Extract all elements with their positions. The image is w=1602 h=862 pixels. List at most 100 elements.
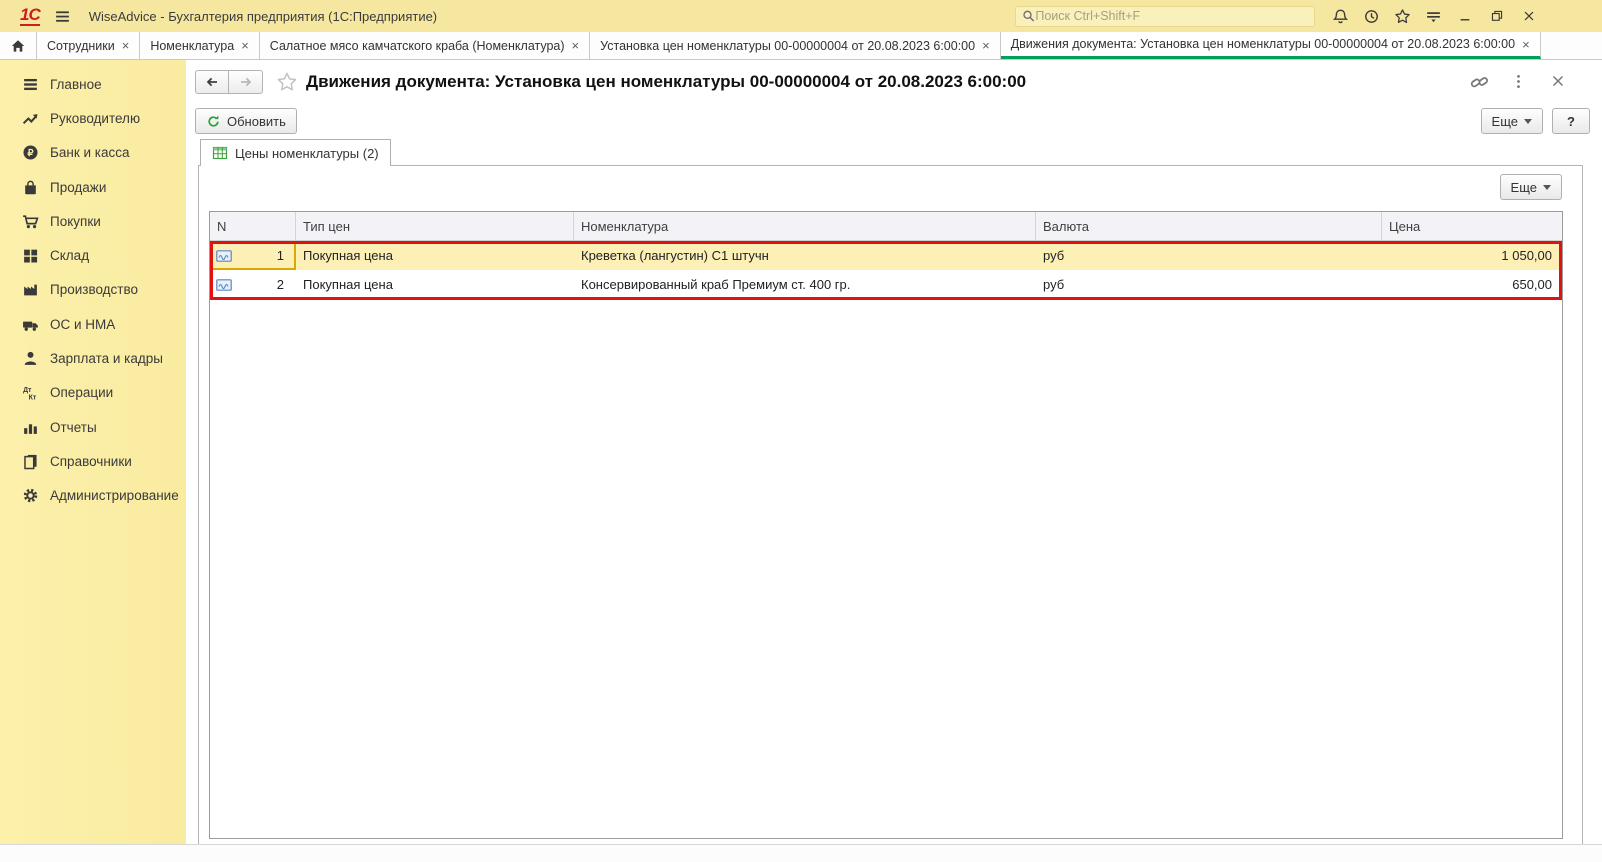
- shopping-cart-icon: [22, 213, 39, 230]
- kebab-menu-icon[interactable]: [1510, 73, 1528, 91]
- help-button[interactable]: ?: [1552, 108, 1590, 134]
- currency-cell[interactable]: руб: [1036, 241, 1382, 270]
- factory-icon: [22, 281, 39, 298]
- tab-salat-myaso[interactable]: Салатное мясо камчатского краба (Номенкл…: [260, 32, 591, 59]
- tab-ustanovka-cen[interactable]: Установка цен номенклатуры 00-00000004 о…: [590, 32, 1001, 59]
- search-icon: [1023, 10, 1035, 22]
- minimize-icon[interactable]: [1452, 5, 1478, 27]
- form-tab-label: Цены номенклатуры (2): [235, 145, 379, 161]
- price-type-cell[interactable]: Покупная цена: [296, 241, 574, 270]
- row-number-cell[interactable]: 2: [210, 270, 296, 299]
- tab-label: Движения документа: Установка цен номенк…: [1010, 37, 1516, 51]
- close-document-icon[interactable]: [1550, 73, 1568, 91]
- table-row[interactable]: 1 Покупная цена Креветка (лангустин) С1 …: [210, 241, 1562, 270]
- row-number: 2: [276, 277, 284, 292]
- home-icon: [11, 39, 25, 52]
- service-settings-icon[interactable]: [1424, 7, 1442, 25]
- document-toolbar: Обновить Еще ?: [186, 104, 1602, 138]
- tab-close-icon[interactable]: ×: [241, 38, 249, 53]
- sidebar-item-label: ОС и НМА: [50, 316, 116, 332]
- column-header-price-type[interactable]: Тип цен: [296, 212, 574, 240]
- arrow-left-icon: [206, 77, 217, 87]
- more-button[interactable]: Еще: [1480, 108, 1543, 134]
- sidebar-item-label: Продажи: [50, 179, 107, 195]
- close-window-icon[interactable]: [1516, 5, 1542, 27]
- history-icon[interactable]: [1362, 7, 1380, 25]
- sidebar: Главное Руководителю ₽ Банк и касса Прод…: [0, 60, 186, 844]
- tab-close-icon[interactable]: ×: [572, 38, 580, 53]
- page-title: Движения документа: Установка цен номенк…: [306, 72, 1027, 91]
- price-cell[interactable]: 1 050,00: [1382, 241, 1562, 270]
- trend-up-icon: [22, 110, 39, 127]
- sidebar-item-spravochniki[interactable]: Справочники: [0, 444, 186, 478]
- help-label: ?: [1567, 113, 1575, 129]
- arrow-right-icon: [240, 77, 251, 87]
- sidebar-item-label: Банк и касса: [50, 145, 130, 161]
- chevron-down-icon: [1524, 118, 1532, 124]
- sidebar-item-label: Руководителю: [50, 110, 141, 126]
- chevron-down-icon: [1543, 184, 1551, 190]
- sidebar-item-label: Операции: [50, 385, 114, 401]
- sidebar-item-glavnoe[interactable]: Главное: [0, 67, 186, 101]
- column-header-currency[interactable]: Валюта: [1036, 212, 1382, 240]
- tab-nomenklatura[interactable]: Номенклатура ×: [140, 32, 260, 59]
- link-icon[interactable]: [1470, 73, 1488, 91]
- back-button[interactable]: [195, 70, 229, 94]
- dt-kt-icon: Дт Кт: [22, 384, 39, 401]
- price-cell[interactable]: 650,00: [1382, 270, 1562, 299]
- row-number-cell[interactable]: 1: [210, 241, 296, 270]
- sidebar-item-os-i-nma[interactable]: ОС и НМА: [0, 307, 186, 341]
- form-tab-prices[interactable]: Цены номенклатуры (2): [200, 139, 391, 166]
- sidebar-item-otchety[interactable]: Отчеты: [0, 410, 186, 444]
- currency-cell[interactable]: руб: [1036, 270, 1382, 299]
- sidebar-item-label: Производство: [50, 282, 139, 298]
- refresh-button[interactable]: Обновить: [195, 108, 297, 134]
- notifications-bell-icon[interactable]: [1331, 7, 1349, 25]
- refresh-label: Обновить: [227, 113, 286, 129]
- sidebar-item-label: Справочники: [50, 453, 132, 469]
- table-more-button[interactable]: Еще: [1499, 174, 1562, 200]
- tab-dvizheniya-dokumenta[interactable]: Движения документа: Установка цен номенк…: [1000, 32, 1541, 59]
- sidebar-item-label: Главное: [50, 76, 102, 92]
- window-title: WiseAdvice - Бухгалтерия предприятия (1С…: [88, 8, 438, 24]
- column-header-n[interactable]: N: [210, 212, 296, 240]
- forward-button[interactable]: [229, 70, 263, 94]
- sidebar-item-label: Отчеты: [50, 419, 97, 435]
- nomenclature-cell[interactable]: Креветка (лангустин) С1 штучн: [574, 241, 1036, 270]
- sidebar-item-administrirovanie[interactable]: Администрирование: [0, 479, 186, 513]
- search-input[interactable]: [1035, 9, 1308, 23]
- global-search[interactable]: [1015, 5, 1315, 27]
- sidebar-item-proizvodstvo[interactable]: Производство: [0, 273, 186, 307]
- shopping-bag-icon: [22, 179, 39, 196]
- sidebar-item-label: Склад: [50, 248, 90, 264]
- truck-icon: [22, 316, 39, 333]
- home-tab[interactable]: [0, 32, 37, 59]
- sidebar-item-prodazhi[interactable]: Продажи: [0, 170, 186, 204]
- tab-close-icon[interactable]: ×: [122, 38, 130, 53]
- tab-close-icon[interactable]: ×: [1522, 37, 1530, 52]
- price-type-cell[interactable]: Покупная цена: [296, 270, 574, 299]
- sidebar-item-rukovoditelyu[interactable]: Руководителю: [0, 101, 186, 135]
- favorite-star-icon[interactable]: [276, 71, 298, 93]
- document-header: Движения документа: Установка цен номенк…: [186, 60, 1602, 104]
- tab-label: Сотрудники: [47, 38, 115, 53]
- tab-close-icon[interactable]: ×: [982, 38, 990, 53]
- sidebar-item-sklad[interactable]: Склад: [0, 238, 186, 272]
- nomenclature-cell[interactable]: Консервированный краб Премиум ст. 400 гр…: [574, 270, 1036, 299]
- register-record-icon: [216, 278, 232, 291]
- table-row[interactable]: 2 Покупная цена Консервированный краб Пр…: [210, 270, 1562, 299]
- table-grid-icon: [212, 145, 228, 161]
- books-icon: [22, 453, 39, 470]
- column-header-price[interactable]: Цена: [1382, 212, 1562, 240]
- main-menu-icon[interactable]: [54, 8, 71, 25]
- restore-window-icon[interactable]: [1484, 5, 1510, 27]
- favorites-star-icon[interactable]: [1393, 7, 1411, 25]
- column-header-nomenclature[interactable]: Номенклатура: [574, 212, 1036, 240]
- sidebar-item-zarplata-i-kadry[interactable]: Зарплата и кадры: [0, 341, 186, 375]
- sidebar-item-operacii[interactable]: Дт Кт Операции: [0, 376, 186, 410]
- 1c-logo: 1С: [20, 5, 41, 26]
- sidebar-item-bank-i-kassa[interactable]: ₽ Банк и касса: [0, 136, 186, 170]
- tab-sotrudniki[interactable]: Сотрудники ×: [37, 32, 141, 59]
- refresh-icon: [206, 114, 221, 129]
- sidebar-item-pokupki[interactable]: Покупки: [0, 204, 186, 238]
